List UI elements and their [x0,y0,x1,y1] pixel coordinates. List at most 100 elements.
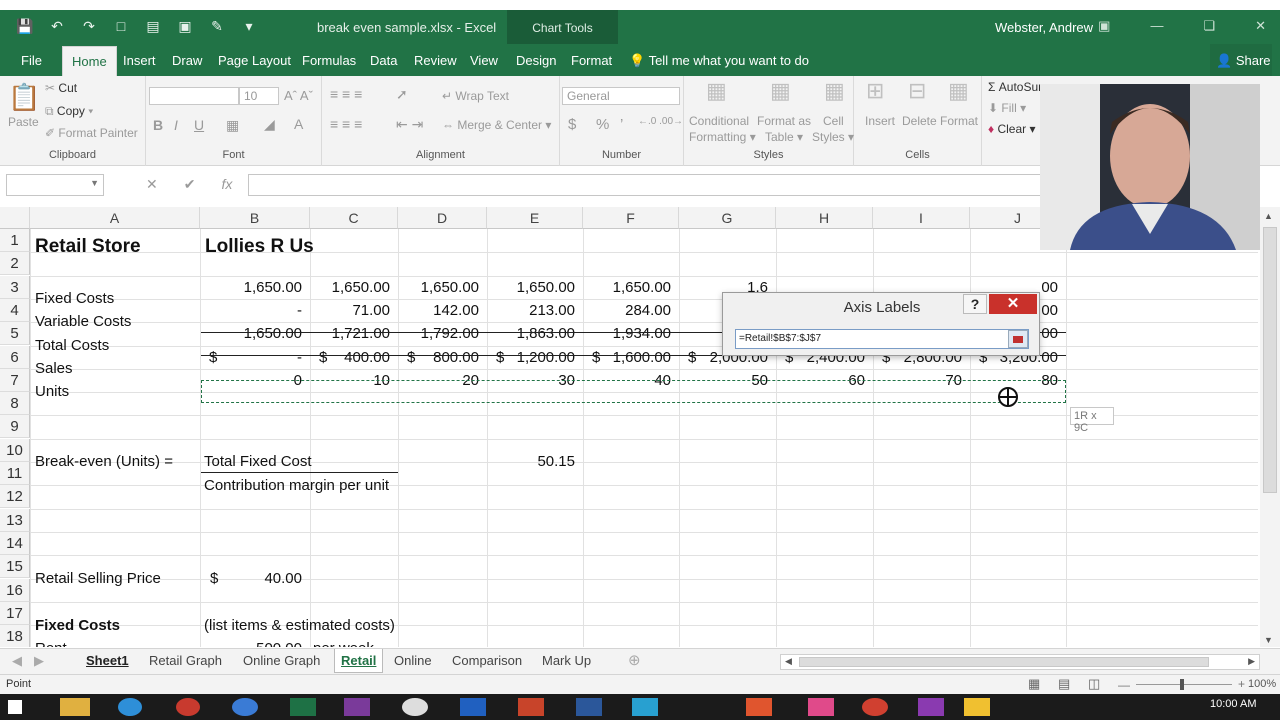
column-header-h[interactable]: H [776,207,873,229]
cell-E10[interactable]: 50.15 [487,450,583,473]
sheet-tab-online-graph[interactable]: Online Graph [243,653,320,668]
percent-button[interactable]: % [596,116,609,133]
select-all-corner[interactable] [0,207,30,229]
cell-B3-fixed-costs[interactable]: 1,650.00 [200,276,310,299]
new-file-icon[interactable]: □ [112,18,130,35]
clear-button[interactable]: ♦ Clear ▾ [988,122,1036,136]
sheet-tab-mark-up[interactable]: Mark Up [542,653,591,668]
cell-B4-variable-costs[interactable]: - [200,299,310,322]
sheet-tab-comparison[interactable]: Comparison [452,653,522,668]
cell-B17[interactable]: (list items & estimated costs) [199,614,499,637]
number-format-combo[interactable]: General [562,87,680,105]
copy-button[interactable]: ⧉ Copy ▾ [45,104,93,119]
decimal-icon[interactable]: ←.0 .00→ [638,116,683,127]
cell-B5-total-costs[interactable]: 1,650.00 [200,322,310,345]
scroll-up-icon[interactable]: ▲ [1264,211,1273,221]
axis-range-input[interactable]: =Retail!$B$7:$J$7 [735,329,1029,349]
undo-icon[interactable]: ↶ [48,18,66,35]
column-header-b[interactable]: B [200,207,310,229]
customize-qat-icon[interactable]: ▾ [240,18,258,35]
cell-B1[interactable]: Lollies R Us [200,235,500,258]
conditional-formatting-label[interactable]: Conditional [689,114,749,128]
format-as-table-icon[interactable]: ▦ [770,78,791,104]
row-header-9[interactable]: 9 [0,415,30,439]
accounting-format-button[interactable]: $ [568,116,576,133]
tab-format[interactable]: Format [571,53,612,68]
close-window-icon[interactable]: ✕ [1255,18,1266,34]
hscroll-thumb[interactable] [799,657,1209,667]
row-header-14[interactable]: 14 [0,531,30,555]
merge-center-button[interactable]: ⇔ Merge & Center ▾ [442,118,551,132]
tab-insert[interactable]: Insert [123,53,156,68]
cell-A15[interactable]: Retail Selling Price [30,567,200,590]
row-header-18[interactable]: 18 [0,625,30,647]
column-header-f[interactable]: F [583,207,679,229]
cell-B18[interactable]: 500.00 [200,637,310,647]
insert-function-icon[interactable]: fx [221,176,232,193]
cell-A6[interactable]: Sales [30,357,200,380]
vertical-scrollbar[interactable]: ▲ ▼ [1260,207,1280,647]
minimize-icon[interactable]: — [1150,18,1163,34]
tab-data[interactable]: Data [370,53,397,68]
browser-icon[interactable] [118,698,142,716]
app-icon-gray[interactable] [402,698,428,716]
outlook-icon[interactable] [460,698,486,716]
app-icon-purple[interactable] [918,698,944,716]
zoom-slider-thumb[interactable] [1180,679,1184,690]
insert-cells-button[interactable]: Insert [865,114,895,128]
horizontal-scrollbar[interactable]: ◀ ▶ [780,654,1260,670]
italic-icon[interactable]: I [174,117,178,133]
cell-D5-total-costs[interactable]: 1,792.00 [398,322,487,345]
share-button[interactable]: 👤 Share [1210,44,1272,76]
file-explorer-icon[interactable] [60,698,90,716]
comma-button[interactable]: ’ [620,116,623,133]
enter-icon[interactable]: ✔ [184,176,196,193]
zoom-level[interactable]: 100% [1248,678,1276,690]
format-cells-icon[interactable]: ▦ [948,78,969,104]
format-painter-button[interactable]: ✐ Format Painter [45,126,138,140]
page-layout-view-icon[interactable]: ▤ [1058,676,1070,692]
fill-color-icon[interactable]: ◢ [264,116,275,133]
column-header-e[interactable]: E [487,207,583,229]
save-icon[interactable]: 💾 [16,18,34,35]
paste-button[interactable]: Paste [8,115,39,129]
row-header-11[interactable]: 11 [0,462,30,485]
cell-A3[interactable]: Fixed Costs [30,287,200,310]
cell-E4-variable-costs[interactable]: 213.00 [487,299,583,322]
formatting-label[interactable]: Formatting ▾ [689,130,756,144]
row-header-6[interactable]: 6 [0,345,30,369]
table-label[interactable]: Table ▾ [765,130,803,144]
indent-icon[interactable]: ⇤ ⇥ [396,116,423,133]
font-size-combo[interactable]: 10 [239,87,279,105]
cell-styles-label[interactable]: Styles ▾ [812,130,854,144]
cell-A10[interactable]: Break-even (Units) = [30,450,200,473]
cell-B15[interactable]: 40.00 [200,567,310,590]
user-name[interactable]: Webster, Andrew [995,20,1093,35]
dialog-close-button[interactable]: ✕ [989,294,1037,314]
cell-C4-variable-costs[interactable]: 71.00 [310,299,398,322]
scroll-right-icon[interactable]: ▶ [1248,656,1255,667]
tab-design[interactable]: Design [516,53,556,68]
scroll-left-icon[interactable]: ◀ [785,656,792,667]
column-header-a[interactable]: A [30,207,200,229]
row-header-12[interactable]: 12 [0,485,30,509]
row-header-8[interactable]: 8 [0,392,30,416]
tab-review[interactable]: Review [414,53,457,68]
expand-dialog-icon[interactable] [1008,330,1028,348]
app-icon-red-2[interactable] [862,698,888,716]
cell-A18[interactable]: Rent [30,637,200,647]
windows-start-icon[interactable] [8,700,22,714]
cell-E3-fixed-costs[interactable]: 1,650.00 [487,276,583,299]
cell-E5-total-costs[interactable]: 1,863.00 [487,322,583,345]
app-icon-orange[interactable] [746,698,772,716]
redo-icon[interactable]: ↷ [80,18,98,35]
tell-me-search[interactable]: 💡 Tell me what you want to do [629,53,809,69]
borders-icon[interactable]: ▦ [226,117,239,134]
cell-A7[interactable]: Units [30,380,200,403]
cell-A4[interactable]: Variable Costs [30,310,200,333]
delete-cells-icon[interactable]: ⊟ [908,78,926,104]
orientation-icon[interactable]: ➚ [396,86,408,103]
row-header-10[interactable]: 10 [0,438,30,462]
onenote-icon[interactable] [344,698,370,716]
app-icon-blue[interactable] [232,698,258,716]
